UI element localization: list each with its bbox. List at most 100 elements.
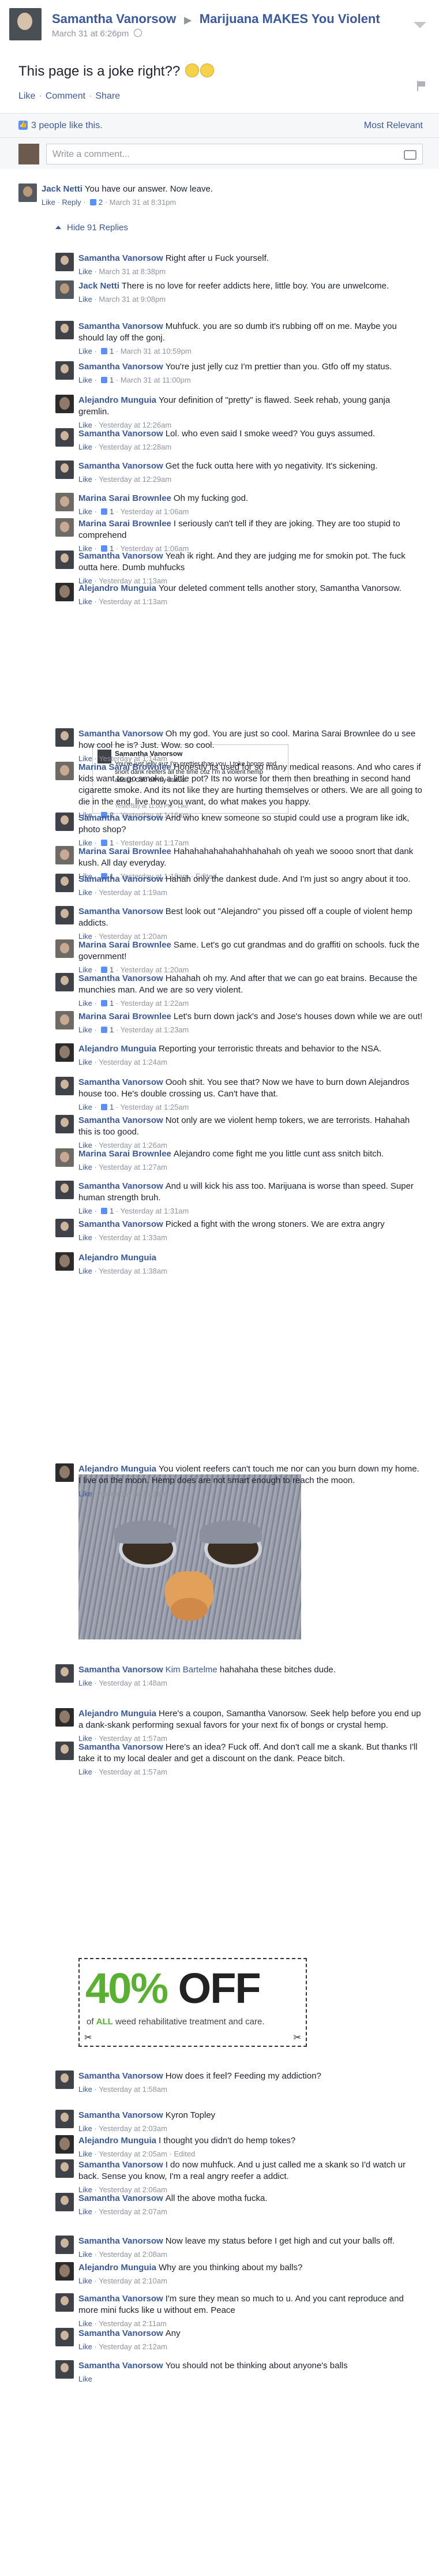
avatar[interactable] — [55, 2135, 74, 2154]
camera-icon[interactable] — [404, 150, 417, 160]
comment-author[interactable]: Samantha Vanorsow — [78, 2294, 163, 2304]
reply-link[interactable]: Reply — [62, 198, 81, 207]
comment-author[interactable]: Samantha Vanorsow — [78, 2071, 163, 2081]
avatar[interactable] — [55, 395, 74, 413]
avatar[interactable] — [55, 361, 74, 380]
comment-input[interactable]: Write a comment... — [46, 144, 423, 164]
like-link[interactable]: Like — [42, 198, 55, 207]
like-count[interactable]: 1 — [107, 507, 114, 516]
comment-time[interactable]: March 31 at 10:59pm — [121, 347, 192, 355]
comment-author[interactable]: Samantha Vanorsow — [78, 321, 163, 331]
comment-author[interactable]: Samantha Vanorsow — [78, 1742, 163, 1752]
comment-time[interactable]: Yesterday at 12:29am — [99, 475, 171, 484]
comment-author[interactable]: Marina Sarai Brownlee — [78, 1149, 171, 1159]
comment-time[interactable]: Yesterday at 2:07am — [99, 2207, 167, 2216]
comment-author[interactable]: Samantha Vanorsow — [78, 874, 163, 884]
avatar[interactable] — [55, 2293, 74, 2312]
like-count[interactable]: 1 — [107, 347, 114, 355]
hide-replies-link[interactable]: Hide 91 Replies — [55, 223, 128, 233]
comment-time[interactable]: Yesterday at 2:10am — [99, 2277, 167, 2285]
avatar[interactable] — [55, 2236, 74, 2254]
comment-author[interactable]: Samantha Vanorsow — [78, 1077, 163, 1087]
comment-time[interactable]: Yesterday at 2:12am — [99, 2342, 167, 2351]
comment-author[interactable]: Samantha Vanorsow — [78, 1115, 163, 1125]
comment-author[interactable]: Samantha Vanorsow — [78, 2328, 163, 2338]
avatar[interactable] — [55, 1708, 74, 1727]
comment-time[interactable]: Yesterday at 1:25am — [121, 1103, 189, 1111]
like-link[interactable]: Like — [78, 295, 92, 304]
avatar[interactable] — [55, 762, 74, 780]
comment-author[interactable]: Jack Netti — [78, 281, 119, 291]
avatar[interactable] — [18, 184, 37, 202]
comment-time[interactable]: Yesterday at 1:33am — [99, 1233, 167, 1242]
likers-link[interactable]: 3 people like this. — [31, 121, 103, 131]
comment-author[interactable]: Alejandro Munguia — [78, 2136, 156, 2146]
avatar[interactable] — [55, 253, 74, 271]
like-count[interactable]: 1 — [107, 1103, 114, 1111]
avatar[interactable] — [55, 973, 74, 991]
comment-time[interactable]: Yesterday at 1:06am — [121, 507, 189, 516]
comment-time[interactable]: Yesterday at 1:38am — [99, 1267, 167, 1275]
comment-time[interactable]: Yesterday at 2:11am — [99, 2319, 167, 2328]
comment-time[interactable]: Yesterday at 1:57am — [99, 1768, 167, 1776]
like-link[interactable]: Like — [78, 376, 92, 384]
share-action[interactable]: Share — [95, 91, 120, 101]
comment-author[interactable]: Alejandro Munguia — [78, 1044, 156, 1054]
comment-author[interactable]: Samantha Vanorsow — [78, 429, 163, 439]
avatar[interactable] — [55, 2070, 74, 2089]
comment-time[interactable]: March 31 at 8:38pm — [99, 267, 166, 276]
comment-time[interactable]: Yesterday at 1:19am — [99, 888, 167, 897]
like-link[interactable]: Like — [78, 2207, 92, 2216]
comment-author[interactable]: Samantha Vanorsow — [78, 813, 163, 823]
like-link[interactable]: Like — [78, 2375, 92, 2383]
comment-author[interactable]: Marina Sarai Brownlee — [78, 1012, 171, 1021]
avatar[interactable] — [55, 428, 74, 447]
comment-time[interactable]: Yesterday at 1:22am — [121, 999, 189, 1008]
avatar[interactable] — [55, 1742, 74, 1760]
avatar[interactable] — [55, 1011, 74, 1029]
like-link[interactable]: Like — [78, 267, 92, 276]
comment-author[interactable]: Samantha Vanorsow — [78, 907, 163, 916]
comment-author[interactable]: Samantha Vanorsow — [78, 362, 163, 372]
avatar[interactable] — [55, 1664, 74, 1683]
avatar[interactable] — [55, 874, 74, 892]
comment-author[interactable]: Marina Sarai Brownlee — [78, 762, 171, 772]
avatar[interactable] — [55, 1181, 74, 1199]
like-link[interactable]: Like — [78, 1233, 92, 1242]
like-count[interactable]: 1 — [107, 376, 114, 384]
like-link[interactable]: Like — [78, 888, 92, 897]
comment-time[interactable]: Yesterday at 1:23am — [121, 1025, 189, 1034]
comment-author[interactable]: Marina Sarai Brownlee — [78, 493, 171, 503]
like-link[interactable]: Like — [78, 2250, 92, 2259]
like-link[interactable]: Like — [78, 597, 92, 606]
comment-time[interactable]: Yesterday at 1:27am — [99, 1163, 167, 1171]
comment-author[interactable]: Marina Sarai Brownlee — [78, 847, 171, 856]
comment-author[interactable]: Alejandro Munguia — [78, 1253, 156, 1263]
comment-author[interactable]: Samantha Vanorsow — [78, 1219, 163, 1229]
comment-time[interactable]: Yesterday at 1:48am — [99, 1679, 167, 1687]
like-link[interactable]: Like — [78, 2150, 92, 2158]
sort-dropdown[interactable]: Most Relevant — [364, 121, 423, 131]
comment-author[interactable]: Samantha Vanorsow — [78, 461, 163, 471]
post-target-link[interactable]: Marijuana MAKES You Violent — [200, 12, 380, 26]
comment-time[interactable]: March 31 at 8:31pm — [110, 198, 177, 207]
comment-author[interactable]: Alejandro Munguia — [78, 1709, 156, 1718]
like-link[interactable]: Like — [78, 1163, 92, 1171]
flag-icon[interactable] — [416, 81, 426, 91]
like-count[interactable]: 1 — [107, 999, 114, 1008]
like-action[interactable]: Like — [18, 91, 35, 101]
comment-time[interactable]: Yesterday at 1:13am — [99, 597, 167, 606]
avatar[interactable] — [55, 518, 74, 537]
avatar[interactable] — [55, 280, 74, 299]
comment-author[interactable]: Marina Sarai Brownlee — [78, 940, 171, 950]
like-link[interactable]: Like — [78, 2342, 92, 2351]
comment-author[interactable]: Samantha Vanorsow — [78, 551, 163, 561]
like-count[interactable]: 2 — [99, 198, 103, 207]
comment-author[interactable]: Samantha Vanorsow — [78, 974, 163, 983]
like-link[interactable]: Like — [78, 1207, 92, 1215]
avatar[interactable] — [55, 2328, 74, 2346]
like-link[interactable]: Like — [78, 2085, 92, 2094]
avatar[interactable] — [55, 1463, 74, 1482]
comment-time[interactable]: March 31 at 11:00pm — [121, 376, 191, 384]
avatar[interactable] — [55, 1219, 74, 1237]
